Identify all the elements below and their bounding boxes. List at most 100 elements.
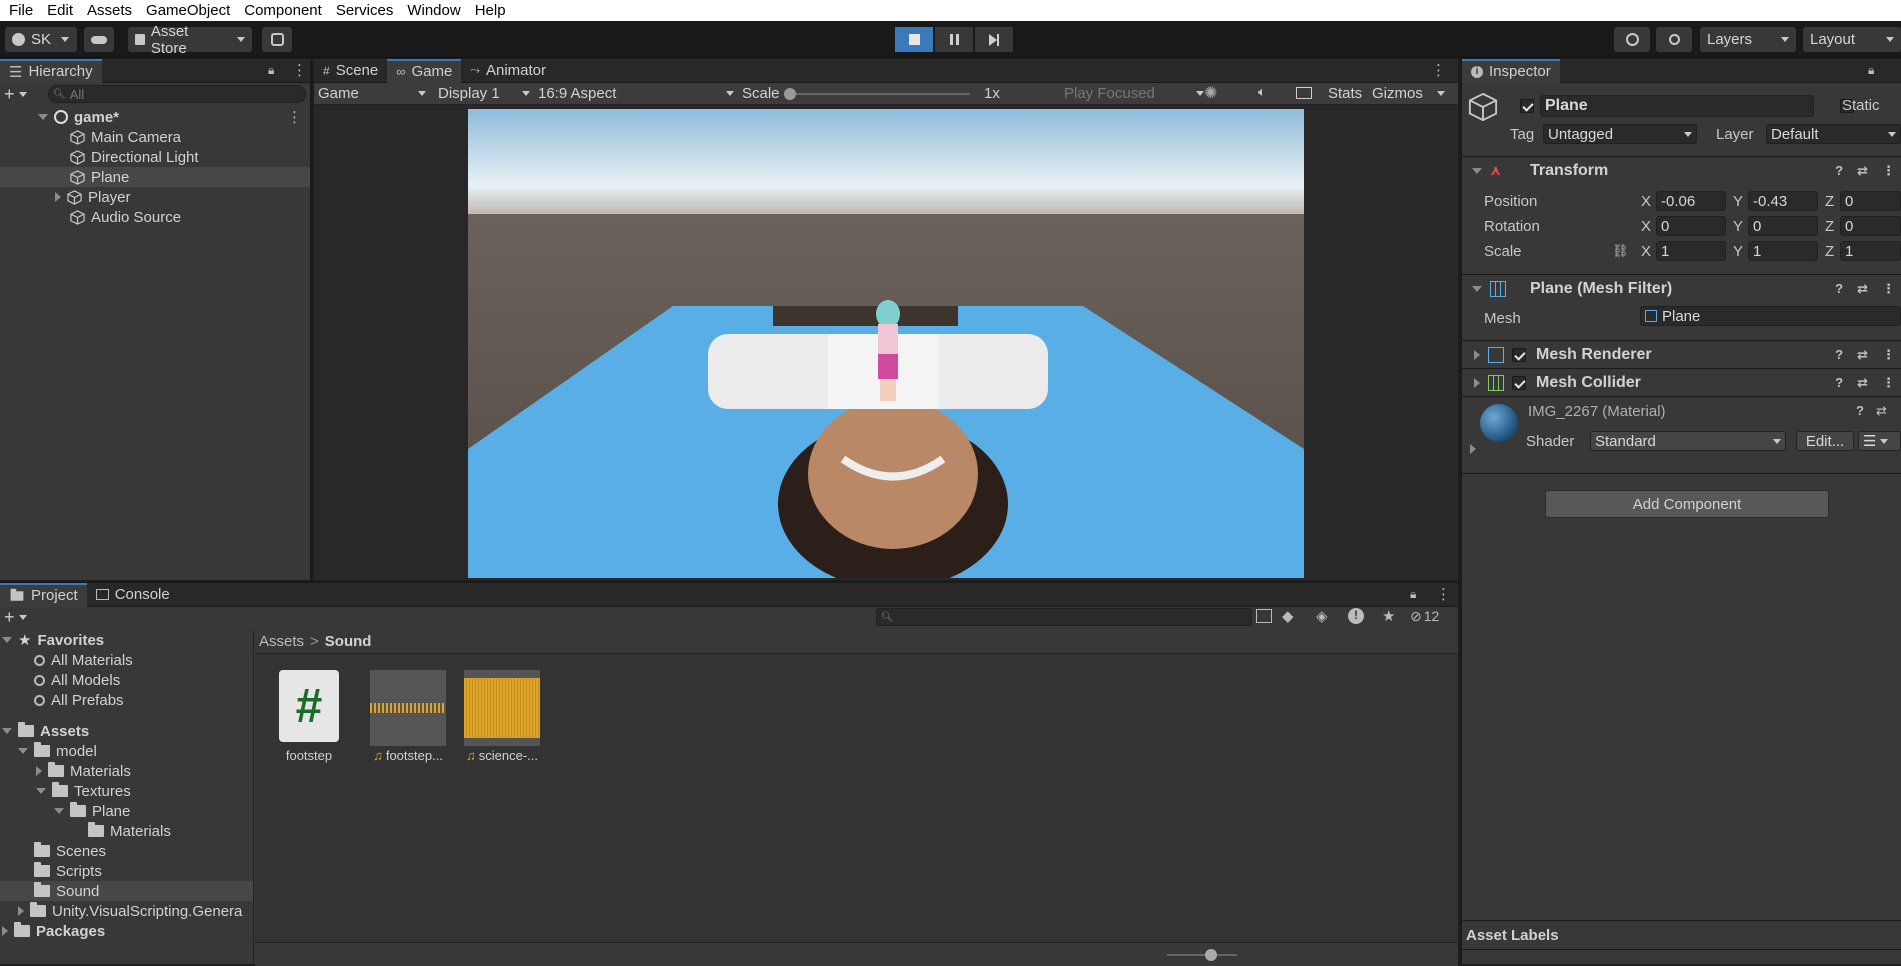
asset-store-button[interactable]: Asset Store	[128, 23, 252, 57]
asset-science-audio[interactable]: ♫ science-...	[461, 670, 543, 763]
rotation-x-field[interactable]: 0	[1656, 216, 1726, 236]
game-render[interactable]	[468, 109, 1304, 578]
tab-hierarchy[interactable]: ☰ Hierarchy	[0, 58, 102, 83]
log-icon[interactable]: !	[1348, 608, 1364, 624]
folder-plane[interactable]: Plane	[54, 801, 130, 821]
audio-mute-icon[interactable]: 🔈︎	[1258, 84, 1266, 100]
hierarchy-item-directional-light[interactable]: Directional Light	[70, 147, 199, 167]
game-mode-dropdown[interactable]: Game	[318, 85, 426, 102]
axis-x-label[interactable]: X	[1641, 243, 1651, 260]
help-icon[interactable]: ?	[1835, 281, 1843, 297]
folder-unity-visualscripting[interactable]: Unity.VisualScripting.Genera	[18, 901, 254, 921]
tab-project[interactable]: Project	[0, 582, 87, 607]
mesh-object-field[interactable]: Plane	[1640, 306, 1901, 326]
aspect-dropdown[interactable]: 16:9 Aspect	[538, 85, 734, 102]
transform-header[interactable]: ⋏ Transform ? ⇄ ⋮	[1462, 156, 1901, 184]
search-button[interactable]	[1656, 27, 1692, 52]
gizmos-button[interactable]: Gizmos	[1372, 85, 1445, 102]
preset-icon[interactable]: ⇄	[1857, 375, 1868, 391]
axis-y-label[interactable]: Y	[1733, 218, 1743, 235]
menu-gameobject[interactable]: GameObject	[139, 2, 237, 19]
axis-y-label[interactable]: Y	[1733, 243, 1743, 260]
position-z-field[interactable]: 0	[1840, 191, 1901, 211]
menu-help[interactable]: Help	[468, 2, 513, 19]
tab-game[interactable]: ∞ Game	[387, 58, 462, 83]
foldout-arrow-icon[interactable]	[1474, 377, 1480, 388]
hierarchy-item-player[interactable]: Player	[55, 187, 131, 207]
assets-root[interactable]: Assets	[2, 721, 89, 741]
asset-footstep-script[interactable]: # footstep	[277, 670, 341, 763]
lock-icon[interactable]: 🔒︎	[1868, 63, 1874, 78]
folder-scripts[interactable]: Scripts	[34, 861, 102, 881]
icon-size-slider-track[interactable]	[1167, 954, 1237, 956]
hierarchy-item-main-camera[interactable]: Main Camera	[70, 127, 181, 147]
layers-dropdown[interactable]: Layers	[1700, 27, 1796, 52]
preset-icon[interactable]: ⇄	[1857, 163, 1868, 179]
play-focus-dropdown[interactable]: Play Focused	[1064, 85, 1204, 102]
scale-slider-track[interactable]	[788, 93, 970, 95]
more-icon[interactable]: ⋮	[1882, 163, 1895, 179]
label-tag-icon[interactable]: ◈	[1316, 607, 1328, 625]
mesh-collider-header[interactable]: Mesh Collider ? ⇄ ⋮	[1462, 368, 1901, 396]
axis-x-label[interactable]: X	[1641, 193, 1651, 210]
hierarchy-item-plane[interactable]: Plane	[0, 167, 310, 187]
project-search-input[interactable]: 🔍︎	[876, 608, 1252, 626]
tag-dropdown[interactable]: Untagged	[1543, 124, 1697, 144]
menu-file[interactable]: File	[2, 2, 40, 19]
preset-icon[interactable]: ⇄	[1857, 281, 1868, 297]
folder-sound[interactable]: Sound	[0, 881, 253, 901]
tab-inspector[interactable]: i Inspector	[1462, 58, 1560, 83]
breadcrumb-assets[interactable]: Assets	[259, 633, 304, 650]
expand-arrow-icon[interactable]	[2, 926, 8, 936]
package-manager-button[interactable]	[262, 27, 292, 52]
more-menu-icon[interactable]: ⋮	[1436, 585, 1451, 603]
mesh-filter-header[interactable]: Plane (Mesh Filter) ? ⇄ ⋮	[1462, 274, 1901, 302]
menu-component[interactable]: Component	[237, 2, 329, 19]
lock-icon[interactable]: 🔒︎	[1410, 587, 1416, 602]
layout-dropdown[interactable]: Layout	[1803, 27, 1901, 52]
more-icon[interactable]: ⋮	[1882, 281, 1895, 297]
help-icon[interactable]: ?	[1835, 347, 1843, 363]
axis-y-label[interactable]: Y	[1733, 193, 1743, 210]
bug-icon[interactable]: ✺	[1204, 83, 1217, 103]
undo-history-button[interactable]	[1614, 27, 1650, 52]
scale-x-field[interactable]: 1	[1656, 241, 1726, 261]
object-name-field[interactable]: Plane	[1540, 95, 1814, 117]
shader-options-dropdown[interactable]: ☰	[1858, 431, 1901, 451]
preset-icon[interactable]: ⇄	[1857, 347, 1868, 363]
tab-scene[interactable]: # Scene	[314, 59, 387, 83]
expand-arrow-icon[interactable]	[2, 728, 12, 734]
more-icon[interactable]: ⋮	[1882, 375, 1895, 391]
asset-labels-section[interactable]: Asset Labels	[1462, 920, 1901, 950]
active-checkbox[interactable]	[1520, 99, 1534, 113]
filter-type-icon[interactable]: ◆	[1282, 607, 1294, 625]
rotation-y-field[interactable]: 0	[1748, 216, 1818, 236]
stats-button[interactable]: Stats	[1328, 85, 1362, 102]
search-by-type-icon[interactable]	[1256, 609, 1272, 623]
scene-row[interactable]: game* ⋮	[0, 107, 310, 127]
mesh-renderer-header[interactable]: Mesh Renderer ? ⇄ ⋮	[1462, 340, 1901, 368]
packages-root[interactable]: Packages	[2, 921, 105, 941]
edit-shader-button[interactable]: Edit...	[1796, 431, 1854, 451]
breadcrumb-sound[interactable]: Sound	[325, 633, 372, 650]
expand-arrow-icon[interactable]	[54, 808, 64, 814]
tab-console[interactable]: Console	[87, 583, 179, 607]
folder-model[interactable]: model	[18, 741, 97, 761]
shader-dropdown[interactable]: Standard	[1590, 431, 1786, 451]
hierarchy-search-input[interactable]: 🔍︎ All	[48, 85, 306, 103]
folder-materials[interactable]: Materials	[36, 761, 131, 781]
link-icon[interactable]: ⛓	[1612, 243, 1629, 259]
position-x-field[interactable]: -0.06	[1656, 191, 1726, 211]
expand-arrow-icon[interactable]	[55, 192, 61, 202]
favorites-header[interactable]: ★ Favorites	[2, 630, 104, 650]
scale-y-field[interactable]: 1	[1748, 241, 1818, 261]
help-icon[interactable]: ?	[1835, 163, 1843, 179]
menu-edit[interactable]: Edit	[40, 2, 80, 19]
favorite-all-models[interactable]: All Models	[34, 670, 120, 690]
menu-assets[interactable]: Assets	[80, 2, 139, 19]
expand-arrow-icon[interactable]	[36, 766, 42, 776]
keyboard-icon[interactable]	[1296, 87, 1312, 99]
help-icon[interactable]: ?	[1835, 375, 1843, 391]
foldout-arrow-icon[interactable]	[1472, 167, 1482, 174]
pause-button[interactable]	[935, 27, 973, 52]
